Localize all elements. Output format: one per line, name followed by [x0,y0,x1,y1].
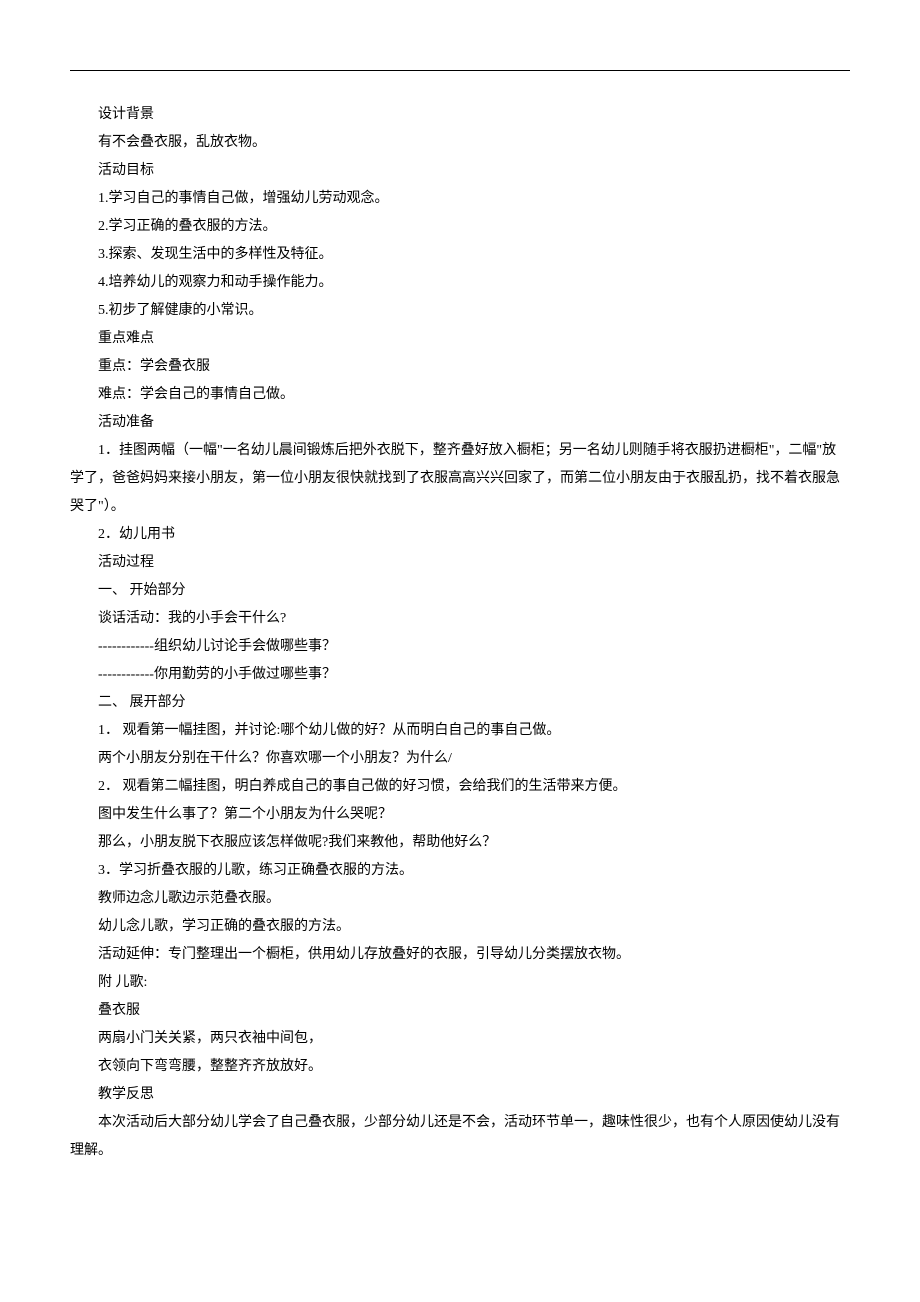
paragraph: 两个小朋友分别在干什么？你喜欢哪一个小朋友？为什么/ [70,745,850,773]
divider-line [70,70,850,71]
paragraph: 活动准备 [70,409,850,437]
paragraph: 2．幼儿用书 [70,521,850,549]
paragraph: 图中发生什么事了？第二个小朋友为什么哭呢？ [70,801,850,829]
paragraph: ------------你用勤劳的小手做过哪些事？ [70,661,850,689]
paragraph: 3.探索、发现生活中的多样性及特征。 [70,241,850,269]
paragraph: 5.初步了解健康的小常识。 [70,297,850,325]
paragraph: 1． 观看第一幅挂图，并讨论:哪个幼儿做的好？从而明白自己的事自己做。 [70,717,850,745]
document-content: 设计背景 有不会叠衣服，乱放衣物。 活动目标 1.学习自己的事情自己做，增强幼儿… [70,101,850,1165]
paragraph: 一、 开始部分 [70,577,850,605]
paragraph: 设计背景 [70,101,850,129]
paragraph: 有不会叠衣服，乱放衣物。 [70,129,850,157]
paragraph: 重点难点 [70,325,850,353]
paragraph: 二、 展开部分 [70,689,850,717]
paragraph: 3．学习折叠衣服的儿歌，练习正确叠衣服的方法。 [70,857,850,885]
paragraph: 两扇小门关关紧，两只衣袖中间包， [70,1025,850,1053]
paragraph: 附 儿歌: [70,969,850,997]
paragraph: 叠衣服 [70,997,850,1025]
paragraph: 谈话活动：我的小手会干什么? [70,605,850,633]
paragraph: 幼儿念儿歌，学习正确的叠衣服的方法。 [70,913,850,941]
paragraph: 本次活动后大部分幼儿学会了自己叠衣服，少部分幼儿还是不会，活动环节单一，趣味性很… [70,1109,850,1165]
paragraph: 难点：学会自己的事情自己做。 [70,381,850,409]
paragraph: 2.学习正确的叠衣服的方法。 [70,213,850,241]
paragraph: 那么，小朋友脱下衣服应该怎样做呢?我们来教他，帮助他好么？ [70,829,850,857]
paragraph: 2． 观看第二幅挂图，明白养成自己的事自己做的好习惯，会给我们的生活带来方便。 [70,773,850,801]
paragraph: ------------组织幼儿讨论手会做哪些事？ [70,633,850,661]
paragraph: 活动过程 [70,549,850,577]
paragraph: 1.学习自己的事情自己做，增强幼儿劳动观念。 [70,185,850,213]
paragraph: 1．挂图两幅（一幅"一名幼儿晨间锻炼后把外衣脱下，整齐叠好放入橱柜；另一名幼儿则… [70,437,850,521]
paragraph: 衣领向下弯弯腰，整整齐齐放放好。 [70,1053,850,1081]
paragraph: 教学反思 [70,1081,850,1109]
paragraph: 教师边念儿歌边示范叠衣服。 [70,885,850,913]
paragraph: 重点：学会叠衣服 [70,353,850,381]
paragraph: 4.培养幼儿的观察力和动手操作能力。 [70,269,850,297]
paragraph: 活动目标 [70,157,850,185]
paragraph: 活动延伸：专门整理出一个橱柜，供用幼儿存放叠好的衣服，引导幼儿分类摆放衣物。 [70,941,850,969]
